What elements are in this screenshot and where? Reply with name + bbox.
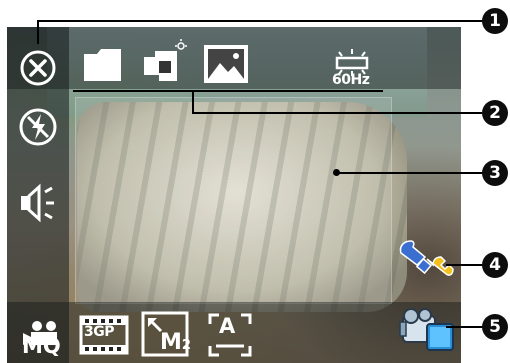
speaker-icon[interactable] (18, 180, 66, 226)
callout-dot-3 (333, 169, 340, 176)
zoom-label: M2 (160, 330, 191, 355)
callout-line-4 (446, 264, 484, 266)
zoom-mark: M (160, 330, 182, 355)
camcorder-icon[interactable] (398, 305, 456, 357)
folder-icon[interactable] (78, 42, 128, 88)
focus-area (75, 97, 392, 304)
self-timer-icon[interactable] (138, 38, 190, 88)
callout-line-2-drop (192, 91, 194, 113)
callout-1: 1 (482, 8, 508, 34)
close-icon[interactable] (15, 45, 61, 91)
zoom-subscript: 2 (181, 338, 191, 353)
callout-3: 3 (482, 160, 508, 186)
settings-wrench-icon[interactable] (396, 238, 456, 284)
flash-off-icon[interactable] (15, 104, 61, 150)
flicker-frequency-label: 60Hz (332, 72, 370, 88)
callout-line-2 (192, 112, 482, 114)
callout-line-5 (446, 326, 484, 328)
movie-quality-label: MQ (22, 334, 61, 358)
callout-line-3 (336, 172, 484, 174)
callout-line-2-bar (73, 90, 383, 92)
callout-5: 5 (482, 314, 508, 340)
photo-mode-icon[interactable] (200, 40, 252, 88)
callout-line-1-drop (37, 20, 39, 44)
callout-2: 2 (482, 100, 508, 126)
3gp-format-label: 3GP (84, 324, 115, 340)
callout-line-1 (37, 20, 483, 22)
auto-mode-label: A (219, 314, 236, 338)
callout-4: 4 (482, 252, 508, 278)
